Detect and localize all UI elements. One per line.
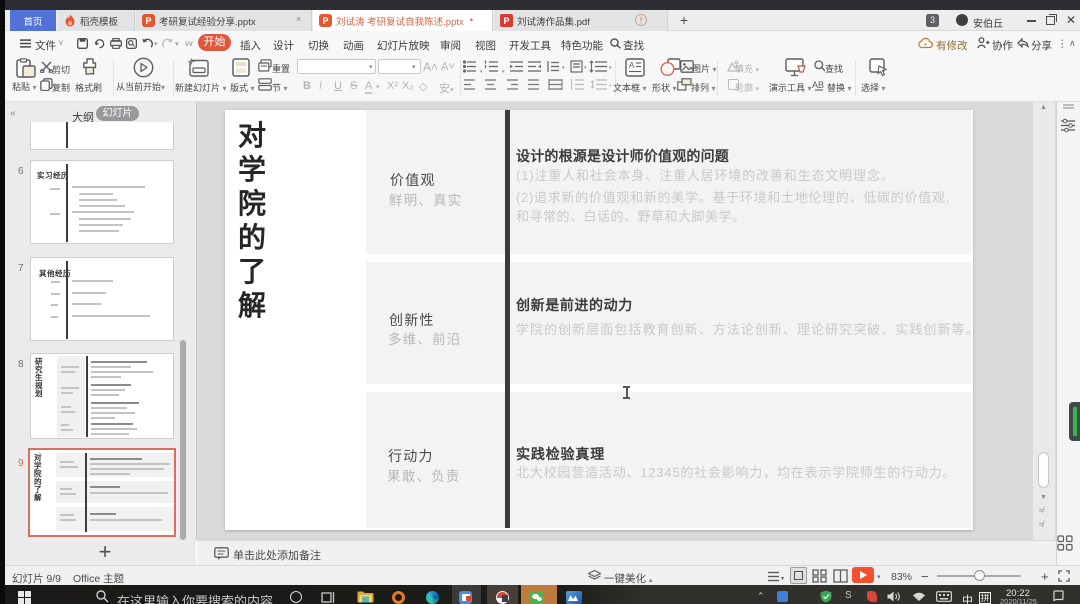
svg-text:▾: ▾ [609,83,612,89]
svg-text:AB: AB [812,80,824,90]
svg-text:▾: ▾ [609,65,612,71]
svg-text:▾: ▾ [480,69,483,74]
svg-text:▾: ▾ [584,65,587,71]
svg-text:▾: ▾ [562,65,565,71]
svg-text:▾: ▾ [781,576,784,582]
svg-text:▾: ▾ [502,69,505,74]
svg-text:A: A [629,61,635,70]
